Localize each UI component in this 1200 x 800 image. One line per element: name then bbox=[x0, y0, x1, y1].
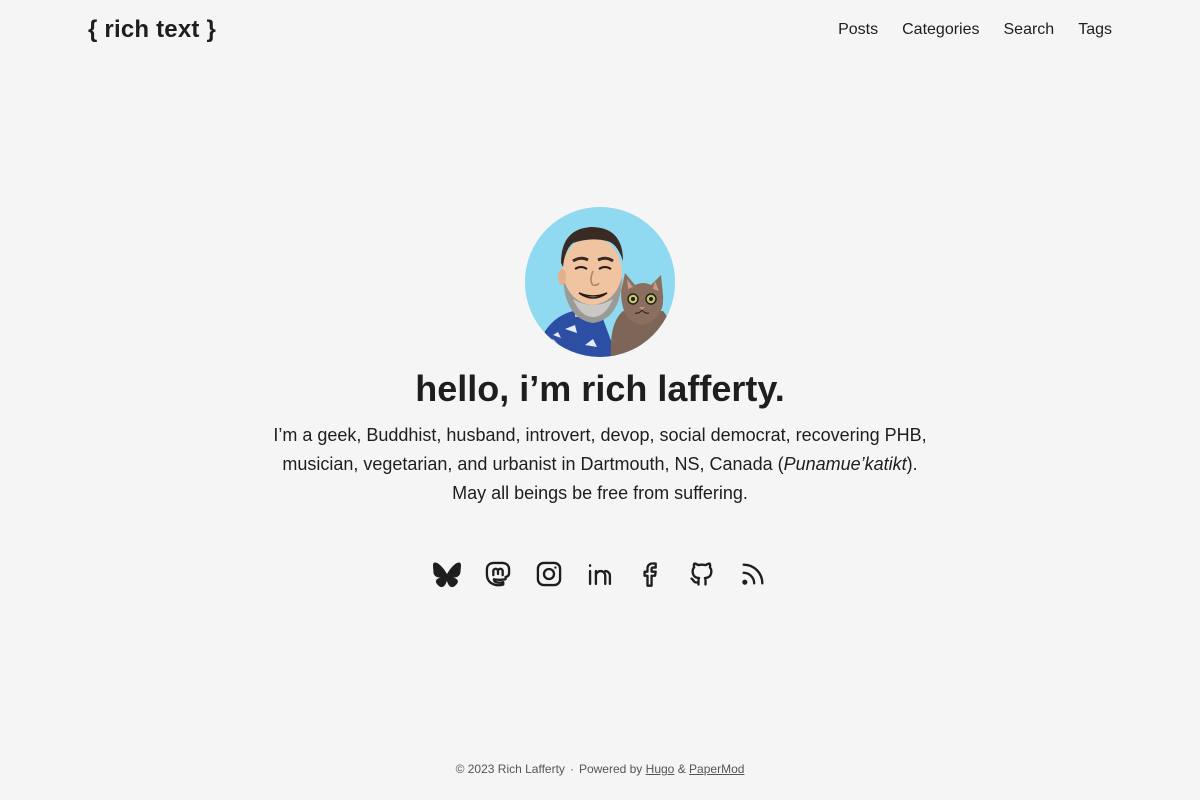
mastodon-icon bbox=[485, 561, 511, 587]
github-link[interactable] bbox=[686, 558, 718, 590]
linkedin-link[interactable] bbox=[584, 558, 616, 590]
avatar-illustration bbox=[525, 207, 675, 357]
footer-ampersand: & bbox=[677, 762, 686, 776]
bluesky-icon bbox=[433, 562, 461, 587]
site-header: { rich text } Posts Categories Search Ta… bbox=[88, 0, 1112, 60]
mastodon-link[interactable] bbox=[482, 558, 514, 590]
nav-search[interactable]: Search bbox=[1004, 21, 1055, 39]
profile-section: hello, i’m rich lafferty. I’m a geek, Bu… bbox=[0, 207, 1200, 590]
social-icons bbox=[431, 558, 769, 590]
hugo-link[interactable]: Hugo bbox=[646, 762, 675, 776]
facebook-icon bbox=[643, 561, 657, 587]
papermod-link[interactable]: PaperMod bbox=[689, 762, 744, 776]
page: { rich text } Posts Categories Search Ta… bbox=[0, 0, 1200, 800]
facebook-link[interactable] bbox=[635, 558, 667, 590]
bio-text-end: ). bbox=[906, 453, 918, 474]
footer-separator: · bbox=[569, 762, 574, 776]
linkedin-icon bbox=[588, 563, 612, 585]
instagram-link[interactable] bbox=[533, 558, 565, 590]
site-footer: © 2023 Rich Lafferty · Powered by Hugo & P… bbox=[0, 762, 1200, 776]
bluesky-link[interactable] bbox=[431, 558, 463, 590]
nav-tags[interactable]: Tags bbox=[1078, 21, 1112, 39]
powered-by-text: Powered by bbox=[578, 762, 643, 776]
nav-posts[interactable]: Posts bbox=[838, 21, 878, 39]
bio-blessing: May all beings be free from suffering. bbox=[452, 482, 748, 503]
site-logo[interactable]: { rich text } bbox=[88, 16, 216, 44]
main-nav: Posts Categories Search Tags bbox=[814, 21, 1112, 39]
instagram-icon bbox=[536, 561, 562, 586]
nav-categories[interactable]: Categories bbox=[902, 21, 979, 39]
rss-icon bbox=[742, 563, 764, 585]
rss-link[interactable] bbox=[737, 558, 769, 590]
profile-bio: I’m a geek, Buddhist, husband, introvert… bbox=[270, 421, 930, 508]
page-title: hello, i’m rich lafferty. bbox=[415, 368, 785, 409]
copyright-text: © 2023 Rich Lafferty bbox=[455, 762, 565, 776]
nav-menu: Posts Categories Search Tags bbox=[814, 21, 1112, 39]
github-icon bbox=[690, 562, 713, 586]
avatar bbox=[525, 207, 675, 357]
bio-italic-placename: Punamue’katikt bbox=[783, 453, 907, 474]
